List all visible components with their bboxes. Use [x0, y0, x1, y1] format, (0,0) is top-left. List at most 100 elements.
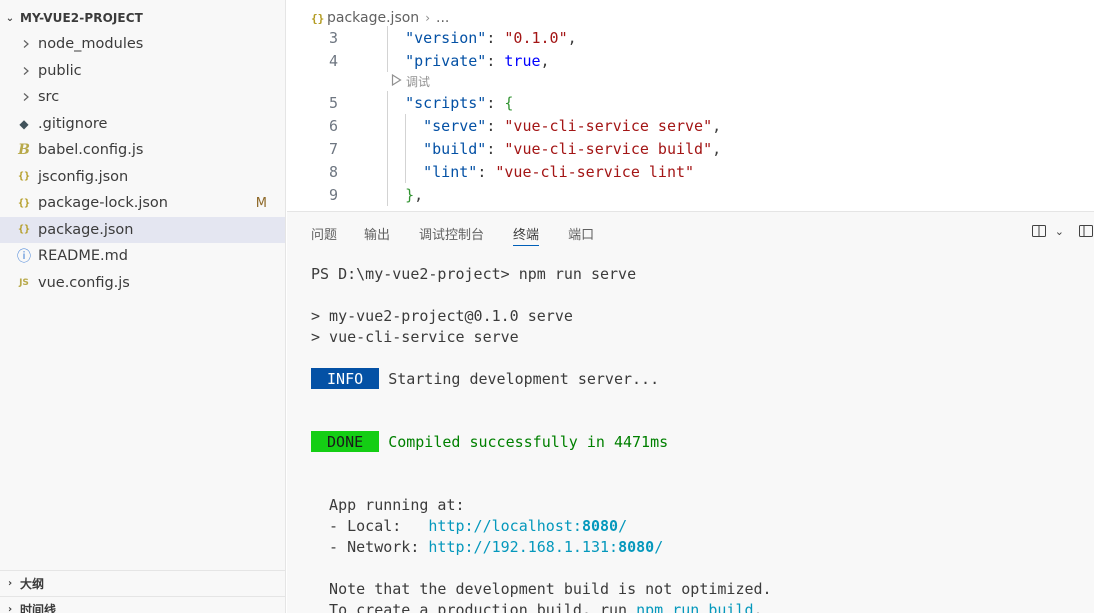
indent-guide: [387, 183, 388, 206]
timeline-label: 时间线: [20, 603, 57, 613]
json-icon: {}: [17, 197, 31, 209]
info-icon: ⓘ: [17, 249, 31, 266]
file-tree-item[interactable]: Bbabel.config.js: [0, 137, 285, 164]
split-terminal-icon[interactable]: [1031, 223, 1047, 239]
line-number: 9: [328, 185, 338, 204]
prod-build-command: npm run build: [636, 600, 754, 613]
code-line: 5 "scripts": {: [287, 91, 1094, 114]
js-icon: JS: [19, 277, 29, 288]
bottom-panel: 问题 输出 调试控制台 终端 端口 ⌄ PS D:\my-vue2-project> n…: [287, 211, 1094, 613]
network-label: - Network:: [311, 537, 429, 556]
code-editor[interactable]: {} package.json › ... 3 "version": "0.1.…: [287, 0, 1094, 211]
chevron-down-icon: ⌄: [5, 12, 15, 24]
file-tree-item[interactable]: {} package.json: [0, 216, 285, 243]
local-url[interactable]: http://localhost:8080/: [428, 517, 627, 535]
outline-section-header[interactable]: › 大纲: [0, 570, 285, 596]
terminal-line: > my-vue2-project@0.1.0 serve: [311, 306, 573, 325]
file-tree-item[interactable]: {} jsconfig.json: [0, 164, 285, 191]
code-line: 7 "build": "vue-cli-service build",: [287, 137, 1094, 160]
tab-terminal[interactable]: 终端: [513, 212, 540, 254]
local-url-line: - Local: http://localhost:8080/: [311, 515, 1091, 536]
done-badge: DONE: [311, 431, 380, 452]
indent-guide: [387, 91, 388, 114]
prod-build-line: To create a production build, run npm ru…: [311, 599, 1091, 613]
indent-guide: [405, 114, 407, 137]
file-tree-item[interactable]: ⓘ README.md: [0, 243, 285, 270]
file-tree-label: jsconfig.json: [38, 168, 129, 185]
file-tree-label: package.json: [38, 221, 134, 238]
file-tree-item[interactable]: ◆ .gitignore: [0, 111, 285, 138]
indent-guide: [405, 160, 407, 183]
app-running-line: App running at:: [311, 495, 465, 514]
panel-tab-bar: 问题 输出 调试控制台 终端 端口: [287, 212, 1094, 254]
file-tree-label: public: [38, 62, 82, 79]
chevron-right-icon: [18, 92, 34, 102]
code-lines: 3 "version": "0.1.0", 4 "private": true, 调…: [287, 26, 1094, 206]
outline-label: 大纲: [20, 577, 45, 591]
file-tree-item[interactable]: src: [0, 84, 285, 111]
chevron-right-icon: [18, 66, 34, 76]
file-tree-label: README.md: [38, 248, 128, 265]
tab-output[interactable]: 输出: [364, 212, 390, 254]
indent-guide: [387, 160, 388, 183]
terminal-output[interactable]: PS D:\my-vue2-project> npm run serve > m…: [311, 263, 1091, 613]
local-label: - Local:: [311, 516, 429, 535]
indent-guide: [387, 49, 388, 72]
indent-guide: [387, 114, 388, 137]
file-tree-label: src: [38, 89, 60, 106]
breadcrumb-file[interactable]: package.json: [327, 10, 419, 26]
explorer-sidebar: ⌄ MY-VUE2-PROJECT node_modulespublic src ◆…: [0, 0, 286, 613]
split-panel-icon[interactable]: [1078, 223, 1094, 239]
debug-codelens[interactable]: 调试: [287, 72, 1094, 91]
file-tree-label: .gitignore: [38, 115, 108, 132]
line-number: 6: [328, 116, 338, 135]
tab-ports[interactable]: 端口: [568, 212, 594, 254]
line-number: 5: [328, 93, 338, 112]
panel-actions: ⌄: [1031, 223, 1094, 239]
line-number: 4: [328, 51, 338, 70]
tab-problems[interactable]: 问题: [311, 212, 337, 254]
note-line: Note that the development build is not o…: [311, 579, 772, 598]
info-text: Starting development server...: [388, 369, 660, 388]
network-url[interactable]: http://192.168.1.131:8080/: [428, 538, 663, 556]
code-line: 6 "serve": "vue-cli-service serve",: [287, 114, 1094, 137]
file-tree-item[interactable]: node_modules: [0, 31, 285, 58]
timeline-section-header[interactable]: › 时间线: [0, 596, 285, 613]
network-url-line: - Network: http://192.168.1.131:8080/: [311, 536, 1091, 557]
chevron-right-icon: [18, 39, 34, 49]
file-tree-item[interactable]: public: [0, 58, 285, 85]
file-tree: node_modulespublic src ◆ .gitignore Bbabel.c…: [0, 31, 285, 297]
babel-icon: B: [18, 142, 30, 159]
code-line: 4 "private": true,: [287, 49, 1094, 72]
chevron-right-icon: ›: [7, 578, 13, 589]
terminal-prompt: PS D:\my-vue2-project>: [311, 264, 519, 283]
file-tree-label: vue.config.js: [38, 274, 130, 291]
chevron-right-icon: ›: [7, 604, 13, 613]
line-number: 7: [328, 139, 338, 158]
indent-guide: [387, 26, 388, 49]
done-text: Compiled successfully in 4471ms: [388, 432, 669, 451]
terminal-prompt-line: PS D:\my-vue2-project> npm run serve: [311, 263, 1091, 284]
line-number: 8: [328, 162, 338, 181]
json-icon: {}: [17, 171, 31, 183]
json-icon: {}: [17, 224, 31, 236]
tab-debug-console[interactable]: 调试控制台: [419, 212, 484, 254]
chevron-down-icon[interactable]: ⌄: [1055, 225, 1064, 238]
json-icon: {}: [311, 11, 325, 25]
indent-guide: [405, 137, 407, 160]
file-tree-label: babel.config.js: [38, 142, 144, 159]
indent-guide: [387, 137, 388, 160]
file-tree-item[interactable]: JS vue.config.js: [0, 270, 285, 297]
play-icon: [391, 73, 402, 89]
code-line: 8 "lint": "vue-cli-service lint": [287, 160, 1094, 183]
explorer-title: MY-VUE2-PROJECT: [20, 11, 143, 25]
terminal-command: npm run serve: [518, 264, 637, 283]
terminal-line: > vue-cli-service serve: [311, 327, 519, 346]
git-icon: ◆: [19, 116, 29, 131]
code-line: 3 "version": "0.1.0",: [287, 26, 1094, 49]
terminal-info-line: INFO Starting development server...: [311, 368, 1091, 389]
explorer-section-header[interactable]: ⌄ MY-VUE2-PROJECT: [0, 8, 285, 28]
breadcrumb-more[interactable]: ...: [436, 10, 449, 26]
git-modified-badge: M: [255, 195, 267, 211]
file-tree-item[interactable]: {} package-lock.json M: [0, 190, 285, 217]
